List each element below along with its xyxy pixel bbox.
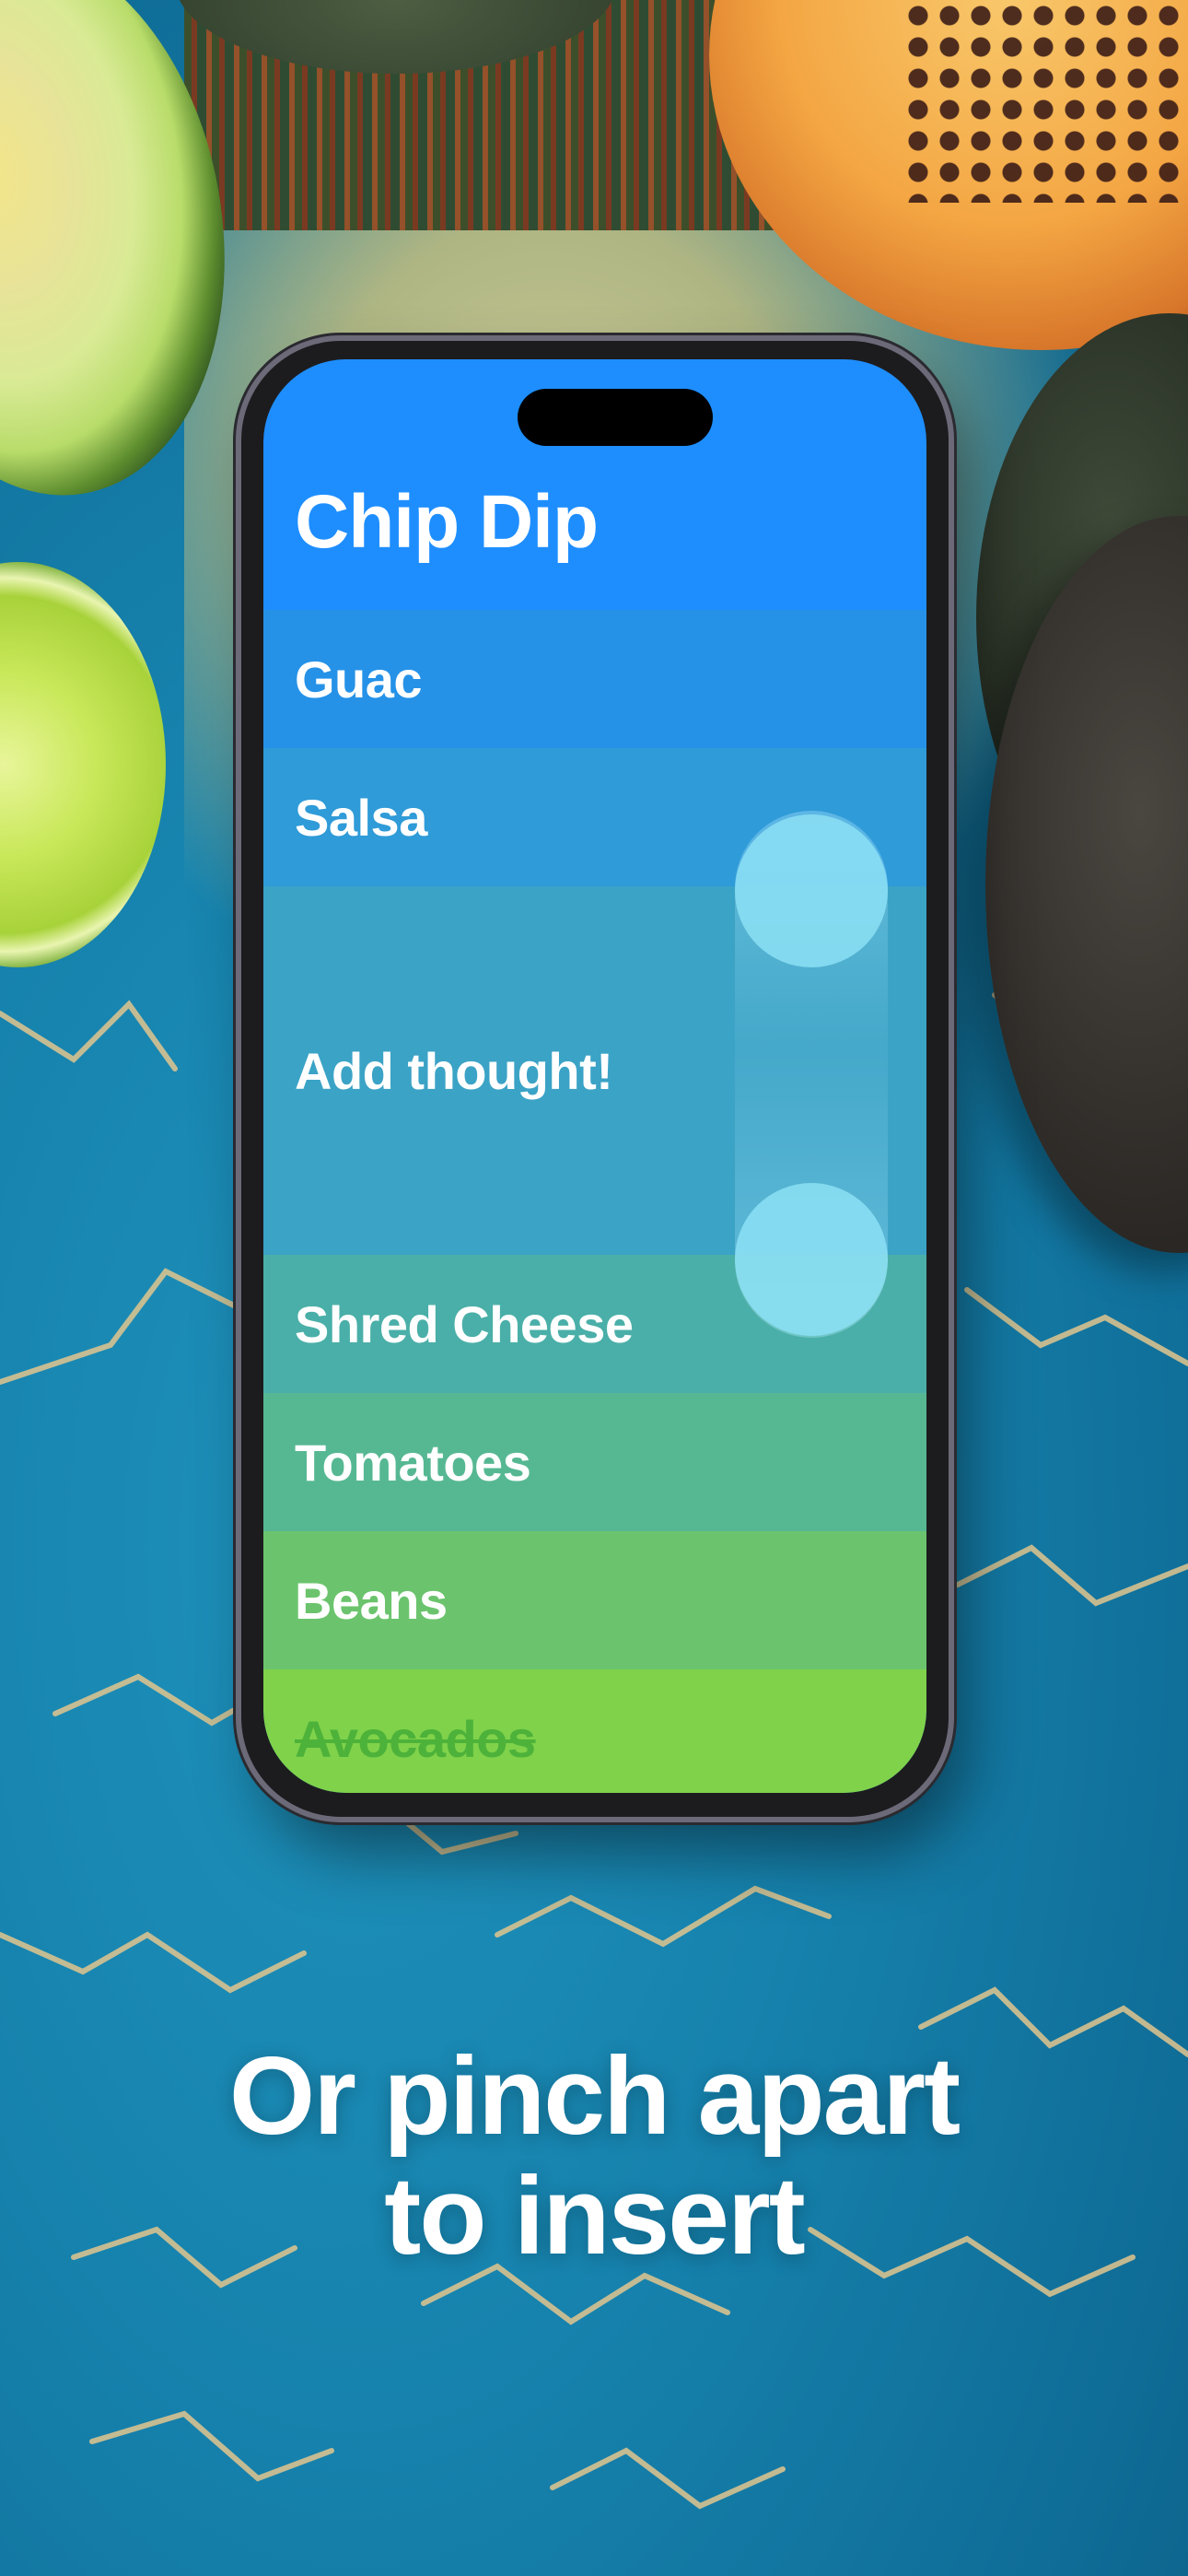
list-item-label: Avocados (295, 1709, 536, 1768)
list-title: Chip Dip (295, 480, 599, 564)
list-item-label: Guac (295, 650, 423, 708)
touch-point-bottom-icon (735, 1183, 888, 1336)
caption-line-1: Or pinch apart (228, 2034, 961, 2158)
list-item-label: Tomatoes (295, 1433, 531, 1492)
list-item-label: Salsa (295, 788, 427, 847)
beans-on-plate (903, 0, 1179, 203)
list-item[interactable]: Guac (263, 610, 926, 748)
caption-line-2: to insert (384, 2154, 805, 2277)
touch-point-top-icon (735, 814, 888, 967)
caption: Or pinch apart to insert (0, 2036, 1188, 2276)
list-item[interactable]: Avocados (263, 1669, 926, 1793)
list-item[interactable]: Tomatoes (263, 1393, 926, 1531)
list-item[interactable]: Beans (263, 1531, 926, 1669)
dynamic-island (518, 389, 713, 446)
list-item-label: Shred Cheese (295, 1294, 634, 1353)
list-item-label: Beans (295, 1571, 448, 1630)
list-item-label: Add thought! (295, 1041, 613, 1100)
